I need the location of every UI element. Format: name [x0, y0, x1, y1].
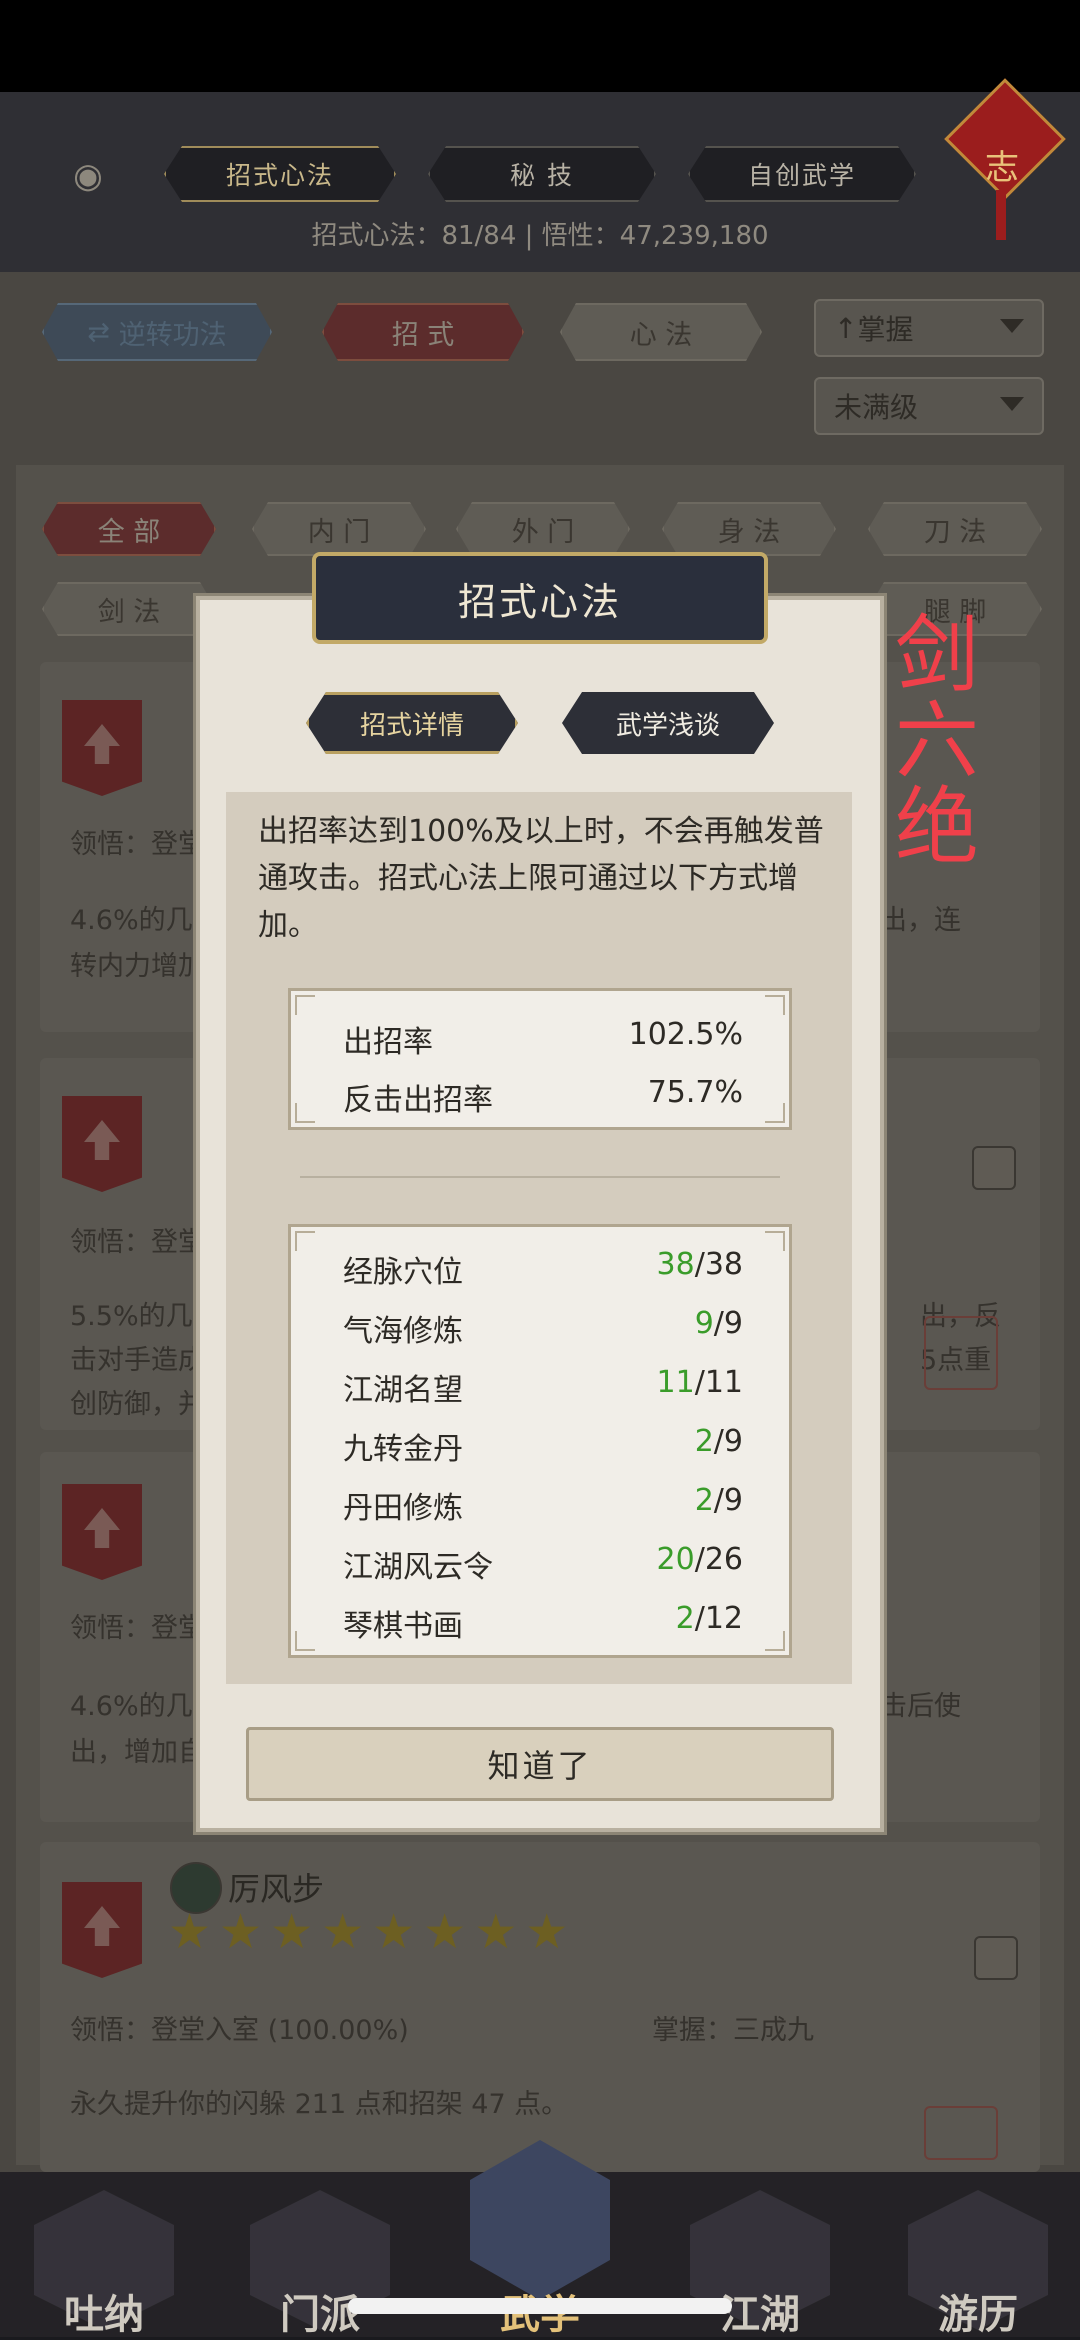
source-max: /9: [713, 1424, 743, 1459]
category-sword[interactable]: 剑 法: [42, 582, 216, 636]
nav-label-travel[interactable]: 游历: [908, 2282, 1048, 2340]
tab-move-detail[interactable]: 招式详情: [306, 692, 518, 754]
rank-banner-icon: [62, 1484, 142, 1580]
rates-box: 出招率 102.5% 反击出招率 75.7%: [288, 988, 792, 1130]
source-max: /9: [713, 1306, 743, 1341]
category-outer[interactable]: 外 门: [456, 502, 630, 556]
card-desc-right: 出，连: [880, 905, 961, 936]
reverse-label: 逆转功法: [118, 319, 227, 351]
rate-row: 出招率 102.5%: [343, 1017, 743, 1060]
nav-label-breathe[interactable]: 吐纳: [34, 2282, 174, 2340]
card-comprehension: 领悟：登堂入室 (100.00%): [70, 2015, 409, 2046]
source-current: 2: [675, 1601, 695, 1636]
source-label: 丹田修炼: [343, 1491, 463, 1526]
source-label: 九转金丹: [343, 1432, 463, 1467]
category-all[interactable]: 全 部: [42, 502, 216, 556]
card-desc-line: 4.6%的几: [70, 1691, 193, 1722]
source-label: 经脉穴位: [343, 1255, 463, 1290]
overlay-char: 六: [894, 692, 979, 790]
skill-card[interactable]: 厉风步 ★★★★★★★★ 领悟：登堂入室 (100.00%) 掌握：三成九 永久…: [40, 1842, 1040, 2172]
eye-icon[interactable]: ◉: [56, 150, 120, 202]
source-max: /12: [694, 1601, 743, 1636]
category-body[interactable]: 身 法: [662, 502, 836, 556]
rate-row: 反击出招率 75.7%: [343, 1075, 743, 1118]
tab-moves-mind[interactable]: 招式心法: [164, 146, 396, 202]
card-desc-line: 创防御，并: [70, 1389, 205, 1420]
card-comprehension: 领悟：登堂: [70, 1227, 205, 1258]
stats-line: 招式心法：81/84 | 悟性：47,239,180: [311, 221, 769, 251]
card-desc-line: 出，增加自: [70, 1737, 205, 1768]
source-row: 经脉穴位 38/38: [343, 1247, 743, 1290]
card-comprehension: 领悟：登堂: [70, 829, 205, 860]
chevron-down-icon: [1000, 397, 1024, 411]
source-row: 丹田修炼 2/9: [343, 1483, 743, 1526]
card-desc-line: 击对手造成: [70, 1345, 205, 1376]
status-bar: [0, 0, 1080, 92]
source-current: 2: [694, 1424, 714, 1459]
category-saber[interactable]: 刀 法: [868, 502, 1042, 556]
tab-martial-talk[interactable]: 武学浅谈: [562, 692, 774, 754]
card-desc-line: 5.5%的几: [70, 1301, 193, 1332]
overlay-annotation: 剑 六 绝: [882, 612, 992, 870]
skill-type-icon: [974, 1936, 1018, 1980]
rate-value: 102.5%: [628, 1017, 743, 1052]
modal-description: 出招率达到100%及以上时，不会再触发普通攻击。招式心法上限可通过以下方式增加。: [258, 814, 824, 943]
card-desc-right: 击后使: [880, 1691, 961, 1722]
home-indicator[interactable]: [348, 2298, 732, 2314]
overlay-char: 绝: [894, 778, 979, 876]
source-row: 江湖风云令 20/26: [343, 1542, 743, 1585]
charm-label: 志: [985, 148, 1019, 188]
ok-button[interactable]: 知道了: [246, 1727, 834, 1801]
source-max: /11: [694, 1365, 743, 1400]
type-tab-moves[interactable]: 招 式: [322, 303, 524, 361]
rate-value: 75.7%: [647, 1075, 743, 1110]
source-label: 琴棋书画: [343, 1609, 463, 1644]
ornamental-divider: [300, 1176, 780, 1178]
seal-stamp-icon: [924, 2106, 998, 2160]
sources-box: 经脉穴位 38/38 气海修炼 9/9 江湖名望 11/11 九转金丹 2/9 …: [288, 1224, 792, 1658]
sort-dropdown-value: 掌握: [857, 313, 914, 346]
tab-custom-martial[interactable]: 自创武学: [688, 146, 916, 202]
source-label: 江湖风云令: [343, 1550, 493, 1585]
level-dropdown[interactable]: 未满级: [814, 377, 1044, 435]
card-desc-line: 转内力增加: [70, 951, 205, 982]
source-max: /9: [713, 1483, 743, 1518]
source-current: 11: [656, 1365, 695, 1400]
source-current: 9: [694, 1306, 714, 1341]
source-label: 江湖名望: [343, 1373, 463, 1408]
modal-title: 招式心法: [312, 552, 768, 644]
tab-secret-skill[interactable]: 秘 技: [428, 146, 656, 202]
category-inner[interactable]: 内 门: [252, 502, 426, 556]
cycle-icon: ⇄: [87, 316, 119, 348]
source-row: 气海修炼 9/9: [343, 1306, 743, 1349]
source-max: /26: [694, 1542, 743, 1577]
type-tab-mind[interactable]: 心 法: [560, 303, 762, 361]
rank-banner-icon: [62, 700, 142, 796]
source-row: 江湖名望 11/11: [343, 1365, 743, 1408]
chevron-down-icon: [1000, 319, 1024, 333]
arrow-up-icon: ↑: [834, 311, 858, 345]
card-desc-line: 4.6%的几: [70, 905, 193, 936]
card-comprehension: 领悟：登堂: [70, 1613, 205, 1644]
seal-stamp-icon: [924, 1316, 998, 1390]
rate-label: 反击出招率: [343, 1083, 493, 1118]
rank-banner-icon: [62, 1096, 142, 1192]
source-current: 20: [656, 1542, 695, 1577]
reverse-button[interactable]: ⇄ 逆转功法: [42, 303, 272, 361]
skill-type-icon: [972, 1146, 1016, 1190]
source-label: 气海修炼: [343, 1314, 463, 1349]
overlay-char: 剑: [894, 606, 979, 704]
star-rating: ★★★★★★★★: [168, 1904, 577, 1960]
sort-dropdown[interactable]: ↑ 掌握: [814, 299, 1044, 357]
card-desc-line: 永久提升你的闪躲 211 点和招架 47 点。: [70, 2089, 569, 2120]
source-current: 38: [656, 1247, 695, 1282]
card-mastery: 掌握：三成九: [652, 2015, 814, 2046]
source-max: /38: [694, 1247, 743, 1282]
source-row: 琴棋书画 2/12: [343, 1601, 743, 1644]
source-row: 九转金丹 2/9: [343, 1424, 743, 1467]
rank-banner-icon: [62, 1882, 142, 1978]
level-dropdown-value: 未满级: [834, 391, 919, 424]
source-current: 2: [694, 1483, 714, 1518]
rate-label: 出招率: [343, 1025, 433, 1060]
